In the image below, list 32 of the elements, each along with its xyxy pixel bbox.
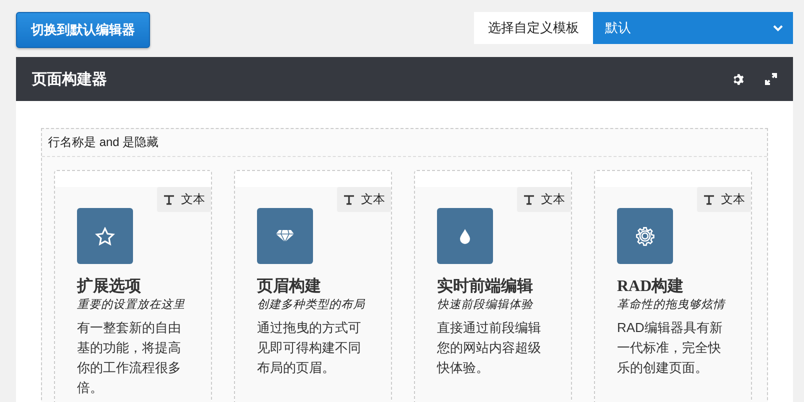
feature-description: 有一整套新的自由基的功能，将提高你的工作流程很多倍。 [77,319,182,397]
template-dropdown[interactable]: 默认 [593,12,793,44]
switch-editor-button[interactable]: 切换到默认编辑器 [16,12,150,48]
gear-icon [635,226,655,246]
diamond-icon [275,229,295,243]
feature-title: 页眉构建 [257,276,322,297]
feature-title: RAD构建 [617,276,685,297]
feature-title: 扩展选项 [77,276,142,297]
chevron-down-icon [773,24,783,32]
text-type-icon [703,194,715,204]
feature-description: RAD编辑器具有新一代标准，完全快乐的创建页面。 [617,319,724,377]
feature-description: 直接通过前段编辑您的网站内容超级快体验。 [437,319,542,377]
text-tag[interactable]: 文本 [517,187,571,212]
feature-subtitle: 革命性的拖曳够炫情 [617,298,726,312]
feature-subtitle: 快速前段编辑体验 [437,298,534,312]
text-type-icon [163,194,175,204]
settings-icon[interactable] [732,72,745,86]
text-tag[interactable]: 文本 [697,187,751,212]
text-type-icon [343,194,355,204]
builder-title: 页面构建器 [32,70,108,88]
text-tag[interactable]: 文本 [157,187,211,212]
feature-subtitle: 创建多种类型的布局 [257,298,366,312]
template-label: 选择自定义模板 [474,12,593,44]
text-type-icon [523,194,535,204]
expand-icon[interactable] [765,73,777,85]
text-tag[interactable]: 文本 [337,187,391,212]
star-icon [95,226,115,246]
drop-icon [459,228,471,244]
feature-description: 通过拖曳的方式可见即可得构建不同布局的页眉。 [257,319,362,377]
feature-title: 实时前端编辑 [437,276,534,297]
row-label: 行名称是 and 是隐藏 [42,129,767,157]
feature-subtitle: 重要的设置放在这里 [77,297,186,312]
